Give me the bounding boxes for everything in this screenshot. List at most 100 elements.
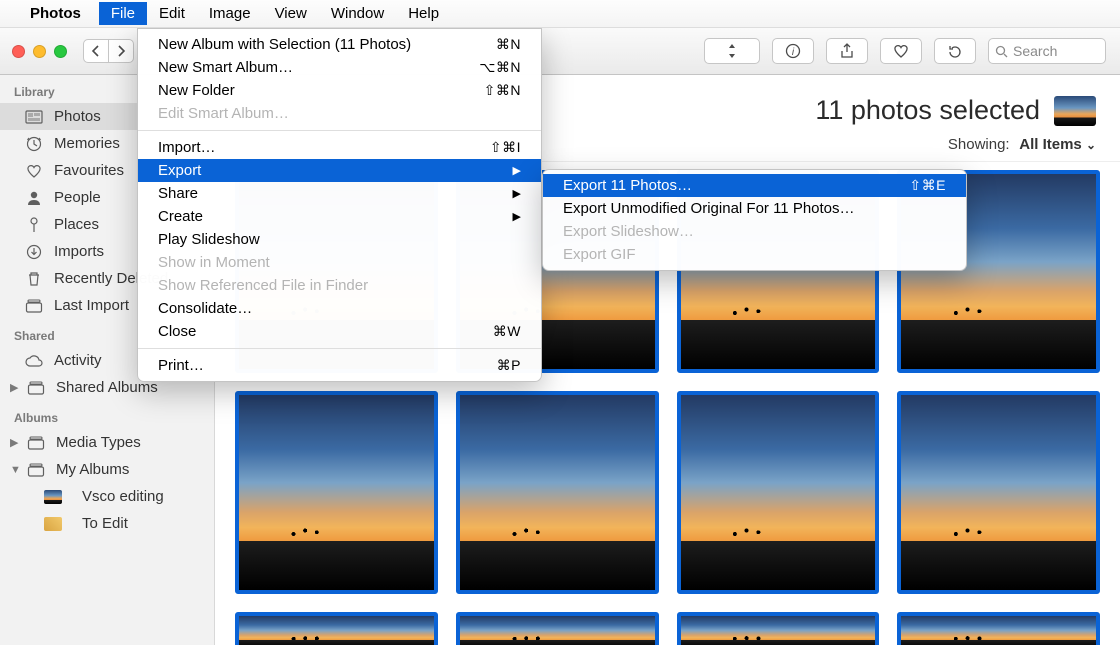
export-menu-item-export-11-photos[interactable]: Export 11 Photos… ⇧⌘E bbox=[543, 174, 966, 197]
menu-item-label: Export bbox=[158, 162, 201, 179]
search-input[interactable]: Search bbox=[988, 38, 1106, 64]
menu-item-label: Show Referenced File in Finder bbox=[158, 277, 368, 294]
photo-thumbnail[interactable] bbox=[456, 612, 659, 645]
fullscreen-window-icon[interactable] bbox=[54, 45, 67, 58]
file-menu-item-import[interactable]: Import… ⇧⌘I bbox=[138, 136, 541, 159]
file-menu-item-new-folder[interactable]: New Folder ⇧⌘N bbox=[138, 79, 541, 102]
export-menu-item-export-gif: Export GIF bbox=[543, 243, 966, 266]
menu-shortcut: ⇧⌘N bbox=[484, 82, 521, 99]
menubar-image[interactable]: Image bbox=[197, 2, 263, 25]
file-menu-item-consolidate[interactable]: Consolidate… bbox=[138, 297, 541, 320]
sidebar-item-label: Imports bbox=[54, 243, 104, 260]
app-name[interactable]: Photos bbox=[30, 5, 81, 22]
file-menu-item-share[interactable]: Share ▶ bbox=[138, 182, 541, 205]
menubar-edit[interactable]: Edit bbox=[147, 2, 197, 25]
menu-shortcut: ⌥⌘N bbox=[479, 59, 521, 76]
sidebar-section-header: Albums bbox=[0, 401, 214, 429]
menu-item-label: Export 11 Photos… bbox=[563, 177, 692, 194]
menubar: Photos File Edit Image View Window Help bbox=[0, 0, 1120, 28]
file-menu-item-play-slideshow[interactable]: Play Slideshow bbox=[138, 228, 541, 251]
menu-item-label: Close bbox=[158, 323, 196, 340]
menu-shortcut: ⌘P bbox=[497, 357, 521, 374]
search-placeholder: Search bbox=[1013, 43, 1057, 59]
menu-item-label: Consolidate… bbox=[158, 300, 252, 317]
download-icon bbox=[24, 244, 44, 260]
sidebar-item-label: To Edit bbox=[82, 515, 128, 532]
photo-thumbnail[interactable] bbox=[897, 391, 1100, 594]
photo-thumbnail[interactable] bbox=[677, 612, 880, 645]
zoom-stepper[interactable] bbox=[704, 38, 760, 64]
file-menu-item-show-referenced-file-in-finder: Show Referenced File in Finder bbox=[138, 274, 541, 297]
photos-icon bbox=[24, 110, 44, 124]
submenu-arrow-icon: ▶ bbox=[513, 164, 521, 177]
file-menu-item-print[interactable]: Print…⌘P bbox=[138, 354, 541, 377]
menubar-file[interactable]: File bbox=[99, 2, 147, 25]
sidebar-item-label: Photos bbox=[54, 108, 101, 125]
photo-thumbnail[interactable] bbox=[897, 612, 1100, 645]
menu-item-label: Export Unmodified Original For 11 Photos… bbox=[563, 200, 855, 217]
minimize-window-icon[interactable] bbox=[33, 45, 46, 58]
menu-item-label: Export GIF bbox=[563, 246, 636, 263]
trash-icon bbox=[24, 271, 44, 287]
sidebar-item-label: Vsco editing bbox=[82, 488, 164, 505]
share-button[interactable] bbox=[826, 38, 868, 64]
menu-item-label: Import… bbox=[158, 139, 216, 156]
sidebar-album-to-edit[interactable]: To Edit bbox=[0, 510, 214, 537]
person-icon bbox=[24, 190, 44, 206]
photo-thumbnail[interactable] bbox=[235, 612, 438, 645]
rotate-button[interactable] bbox=[934, 38, 976, 64]
file-menu-item-show-in-moment: Show in Moment bbox=[138, 251, 541, 274]
photo-thumbnail[interactable] bbox=[235, 391, 438, 594]
export-menu-item-export-unmodified-original-for-11-photos[interactable]: Export Unmodified Original For 11 Photos… bbox=[543, 197, 966, 220]
export-submenu: Export 11 Photos… ⇧⌘E Export Unmodified Or… bbox=[542, 169, 967, 271]
clock-icon bbox=[24, 136, 44, 152]
stack-icon bbox=[24, 299, 44, 313]
menu-item-label: Share bbox=[158, 185, 198, 202]
menu-item-label: New Folder bbox=[158, 82, 235, 99]
sidebar-item-label: Last Import bbox=[54, 297, 129, 314]
menu-shortcut: ⇧⌘E bbox=[909, 177, 946, 194]
menu-item-label: Create bbox=[158, 208, 203, 225]
sidebar-item-label: People bbox=[54, 189, 101, 206]
menu-item-label: Export Slideshow… bbox=[563, 223, 694, 240]
menu-item-label: Play Slideshow bbox=[158, 231, 260, 248]
selection-count-label: 11 photos selected bbox=[815, 95, 1040, 126]
sidebar-item-my-albums[interactable]: ▼My Albums bbox=[0, 456, 214, 483]
sidebar-item-label: Places bbox=[54, 216, 99, 233]
file-menu-item-new-smart-album[interactable]: New Smart Album… ⌥⌘N bbox=[138, 56, 541, 79]
file-menu-item-export[interactable]: Export ▶ bbox=[138, 159, 541, 182]
file-menu-item-new-album-with-selection-11-photos[interactable]: New Album with Selection (11 Photos)⌘N bbox=[138, 33, 541, 56]
menu-item-label: Edit Smart Album… bbox=[158, 105, 289, 122]
sidebar-item-label: Memories bbox=[54, 135, 120, 152]
photo-thumbnail[interactable] bbox=[456, 391, 659, 594]
info-button[interactable]: i bbox=[772, 38, 814, 64]
forward-button[interactable] bbox=[108, 39, 134, 63]
menu-shortcut: ⌘N bbox=[496, 36, 521, 53]
sidebar-item-label: Favourites bbox=[54, 162, 124, 179]
sidebar-item-media-types[interactable]: ▶Media Types bbox=[0, 429, 214, 456]
sidebar-album-vsco-editing[interactable]: Vsco editing bbox=[0, 483, 214, 510]
window-controls[interactable] bbox=[12, 45, 67, 58]
photo-thumbnail[interactable] bbox=[677, 391, 880, 594]
menubar-help[interactable]: Help bbox=[396, 2, 451, 25]
stack-icon bbox=[26, 381, 46, 395]
file-menu-item-edit-smart-album: Edit Smart Album… bbox=[138, 102, 541, 125]
menu-shortcut: ⇧⌘I bbox=[490, 139, 521, 156]
menu-item-label: New Smart Album… bbox=[158, 59, 293, 76]
showing-value: All Items bbox=[1019, 136, 1082, 153]
menu-shortcut: ⌘W bbox=[493, 323, 521, 340]
submenu-arrow-icon: ▶ bbox=[513, 210, 521, 223]
favourite-button[interactable] bbox=[880, 38, 922, 64]
sidebar-item-label: Media Types bbox=[56, 434, 141, 451]
file-menu-item-create[interactable]: Create ▶ bbox=[138, 205, 541, 228]
sidebar-item-label: Activity bbox=[54, 352, 102, 369]
menubar-view[interactable]: View bbox=[263, 2, 319, 25]
submenu-arrow-icon: ▶ bbox=[513, 187, 521, 200]
file-menu-item-close[interactable]: Close ⌘W bbox=[138, 320, 541, 343]
menubar-window[interactable]: Window bbox=[319, 2, 396, 25]
back-button[interactable] bbox=[83, 39, 109, 63]
close-window-icon[interactable] bbox=[12, 45, 25, 58]
stack-icon bbox=[26, 436, 46, 450]
file-menu: New Album with Selection (11 Photos)⌘NNe… bbox=[137, 28, 542, 382]
album-thumbnail bbox=[44, 490, 62, 504]
